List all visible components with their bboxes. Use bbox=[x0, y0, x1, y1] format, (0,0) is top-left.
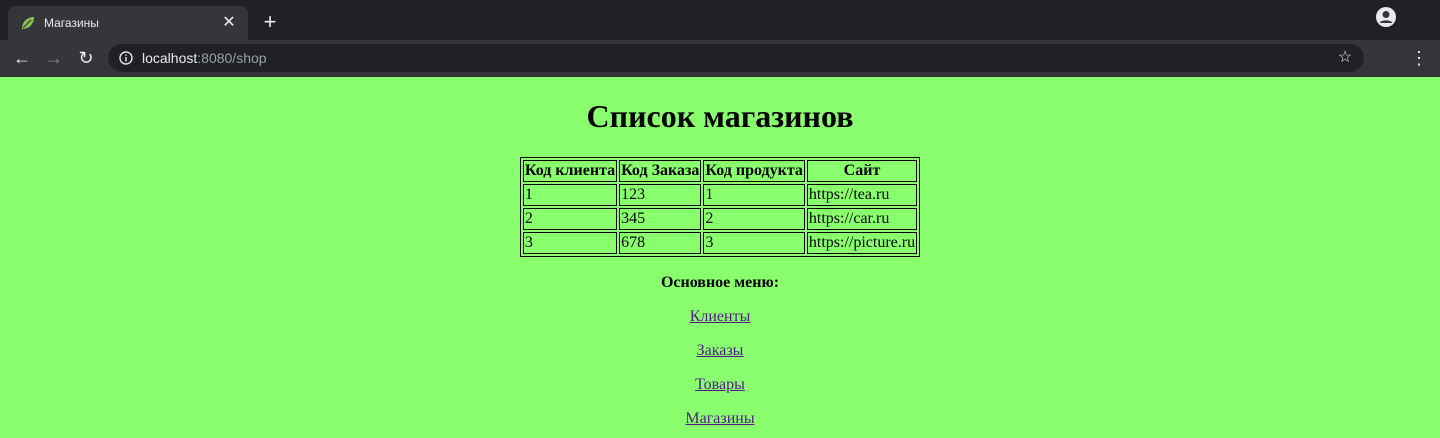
table-row: 3 678 3 https://picture.ru bbox=[522, 232, 918, 254]
forward-arrow-icon[interactable]: → bbox=[42, 46, 66, 70]
main-menu: Клиенты Заказы Товары Магазины bbox=[0, 308, 1440, 428]
table-row: 1 123 1 https://tea.ru bbox=[522, 184, 918, 206]
header-client-code: Код клиента bbox=[522, 160, 618, 182]
url-text[interactable]: localhost:8080/shop bbox=[142, 50, 267, 66]
menu-link-orders[interactable]: Заказы bbox=[0, 342, 1440, 360]
reload-icon[interactable]: ↻ bbox=[74, 46, 98, 70]
cell-site: https://car.ru bbox=[806, 208, 918, 230]
cell-client-code: 3 bbox=[522, 232, 618, 254]
leaf-icon bbox=[22, 17, 34, 29]
header-product-code: Код продукта bbox=[703, 160, 805, 182]
tab-strip: Магазины ✕ + bbox=[0, 0, 1440, 40]
cell-product-code: 2 bbox=[703, 208, 805, 230]
bookmark-star-icon[interactable]: ☆ bbox=[1336, 49, 1354, 67]
page-title: Список магазинов bbox=[586, 98, 854, 134]
cell-client-code: 1 bbox=[522, 184, 618, 206]
profile-icon[interactable] bbox=[1375, 6, 1397, 28]
cell-order-code: 123 bbox=[619, 184, 702, 206]
info-icon[interactable] bbox=[119, 51, 133, 65]
cell-site: https://tea.ru bbox=[806, 184, 918, 206]
new-tab-icon[interactable]: + bbox=[258, 10, 282, 34]
cell-product-code: 3 bbox=[703, 232, 805, 254]
table-row: 2 345 2 https://car.ru bbox=[522, 208, 918, 230]
table-header-row: Код клиента Код Заказа Код продукта Сайт bbox=[522, 160, 918, 182]
header-site: Сайт bbox=[806, 160, 918, 182]
browser-chrome: Магазины ✕ + ← → ↻ localhost:8080/shop ☆… bbox=[0, 0, 1440, 77]
url-path: :8080/shop bbox=[197, 50, 267, 66]
browser-toolbar: ← → ↻ localhost:8080/shop ☆ bbox=[0, 40, 1440, 77]
menu-link-products[interactable]: Товары bbox=[0, 376, 1440, 394]
cell-client-code: 2 bbox=[522, 208, 618, 230]
header-order-code: Код Заказа bbox=[619, 160, 702, 182]
back-arrow-icon[interactable]: ← bbox=[10, 46, 34, 70]
main-menu-title: Основное меню: bbox=[660, 274, 780, 291]
page-content: Список магазинов Код клиента Код Заказа … bbox=[0, 77, 1440, 428]
cell-order-code: 678 bbox=[619, 232, 702, 254]
cell-order-code: 345 bbox=[619, 208, 702, 230]
kebab-menu-icon[interactable]: ⋮ bbox=[1410, 47, 1428, 69]
menu-link-shops[interactable]: Магазины bbox=[0, 410, 1440, 428]
shops-table: Код клиента Код Заказа Код продукта Сайт… bbox=[519, 157, 921, 257]
menu-link-clients[interactable]: Клиенты bbox=[0, 308, 1440, 326]
address-bar[interactable]: localhost:8080/shop ☆ bbox=[108, 44, 1364, 72]
tab-title: Магазины bbox=[44, 16, 99, 30]
cell-site: https://picture.ru bbox=[806, 232, 918, 254]
close-icon[interactable]: ✕ bbox=[220, 14, 238, 32]
url-host: localhost bbox=[142, 50, 198, 66]
cell-product-code: 1 bbox=[703, 184, 805, 206]
browser-tab[interactable]: Магазины ✕ bbox=[8, 6, 248, 40]
